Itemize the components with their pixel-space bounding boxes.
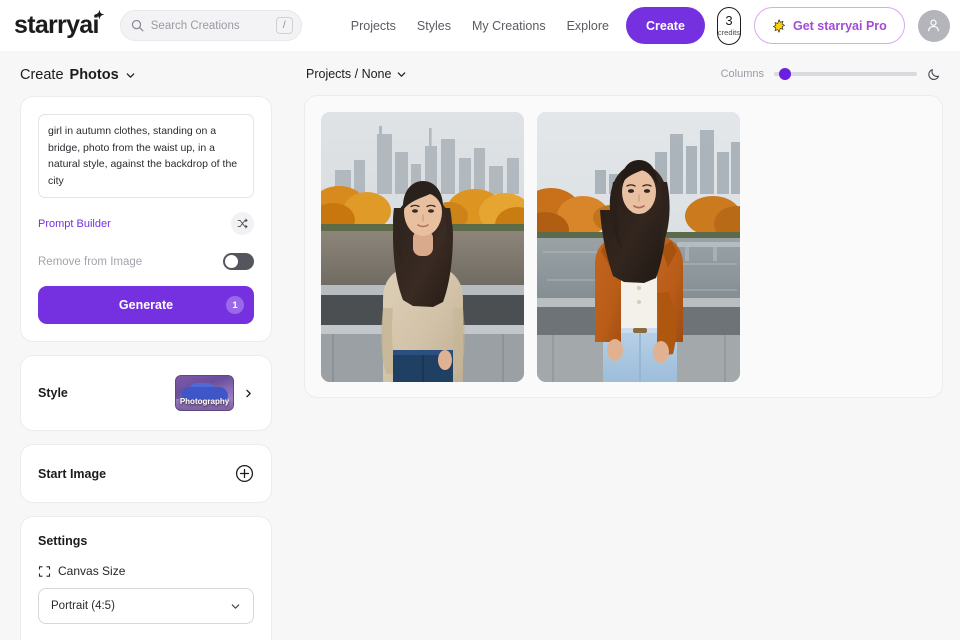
result-image-1[interactable] (321, 112, 524, 382)
results-grid (304, 95, 943, 398)
remove-from-image-toggle[interactable] (223, 253, 254, 271)
credits-label: credits (717, 28, 740, 38)
prompt-builder-link[interactable]: Prompt Builder (38, 218, 111, 230)
credits-amount: 3 (725, 13, 733, 29)
search-input[interactable] (150, 19, 269, 32)
remove-from-image-row: Remove from Image (38, 253, 254, 271)
prompt-card: girl in autumn clothes, standing on a br… (20, 96, 272, 343)
style-label: Style (38, 386, 68, 401)
nav-item-styles[interactable]: Styles (417, 19, 451, 33)
results-main: Projects / None Columns (292, 51, 960, 640)
person-icon (928, 19, 940, 32)
app-logo[interactable]: starryai ✦ (14, 8, 104, 40)
canvas-size-value: Portrait (4:5) (51, 600, 115, 613)
style-value-group: Photography (175, 375, 254, 412)
search-icon (131, 19, 144, 32)
generate-label: Generate (118, 298, 174, 313)
canvas-size-label: Canvas Size (58, 564, 126, 579)
dark-mode-moon-icon[interactable] (927, 67, 941, 81)
columns-label: Columns (720, 68, 764, 80)
style-card[interactable]: Style Photography (20, 355, 272, 432)
create-sidebar: Create Photos girl in autumn clothes, st… (0, 51, 292, 640)
style-thumbnail-label: Photography (179, 397, 230, 407)
settings-card: Settings Canvas Size Portrait (4:5) Runt… (20, 516, 272, 640)
prompt-input[interactable]: girl in autumn clothes, standing on a br… (38, 114, 254, 199)
toggle-knob (225, 255, 238, 269)
get-pro-button[interactable]: Get starryai Pro (754, 7, 905, 44)
create-button[interactable]: Create (625, 7, 705, 44)
chevron-down-icon (398, 71, 406, 77)
star-burst-icon (773, 18, 785, 33)
start-image-label: Start Image (38, 466, 107, 481)
shuffle-icon (237, 218, 248, 229)
canvas-size-select[interactable]: Portrait (4:5) (38, 588, 254, 625)
result-image-2-art (537, 112, 740, 382)
nav-item-explore[interactable]: Explore (567, 19, 609, 33)
remove-from-image-label: Remove from Image (38, 255, 143, 268)
app-body: Create Photos girl in autumn clothes, st… (0, 51, 960, 640)
start-image-card[interactable]: Start Image (20, 444, 272, 504)
create-label: Create (20, 67, 64, 83)
style-thumbnail: Photography (175, 375, 234, 412)
generate-button[interactable]: Generate 1 (38, 286, 254, 325)
create-mode-value: Photos (69, 67, 119, 83)
get-pro-label: Get starryai Pro (793, 18, 887, 33)
result-image-1-art (321, 112, 524, 382)
result-image-2[interactable] (537, 112, 740, 382)
view-controls: Columns (721, 67, 941, 81)
chevron-down-icon (126, 72, 134, 78)
main-nav: Projects Styles My Creations Explore (351, 19, 609, 33)
sparkle-icon: ✦ (94, 8, 104, 22)
settings-title: Settings (38, 534, 88, 549)
canvas-size-label-row: Canvas Size (38, 564, 254, 578)
search-box[interactable]: / (119, 10, 302, 41)
create-mode-selector[interactable]: Create Photos (20, 67, 272, 83)
app-header: starryai ✦ / Projects Styles My Creation… (0, 0, 960, 51)
nav-item-projects[interactable]: Projects (351, 19, 396, 33)
prompt-builder-row: Prompt Builder (38, 212, 254, 236)
logo-text: starryai (14, 11, 99, 39)
results-toolbar: Projects / None Columns (304, 67, 943, 81)
breadcrumb[interactable]: Projects / None (306, 67, 407, 81)
nav-item-my-creations[interactable]: My Creations (472, 19, 546, 33)
columns-slider[interactable] (774, 68, 917, 80)
search-shortcut-badge: / (275, 17, 293, 34)
columns-slider-knob[interactable] (779, 68, 792, 80)
user-avatar[interactable] (917, 9, 950, 42)
chevron-down-icon (231, 604, 240, 609)
credits-badge[interactable]: 3 credits (716, 6, 741, 45)
shuffle-prompt-button[interactable] (231, 212, 254, 236)
generate-count-badge: 1 (226, 296, 244, 315)
plus-circle-icon[interactable] (235, 464, 254, 483)
canvas-size-icon (38, 566, 51, 577)
chevron-right-icon (246, 389, 251, 398)
breadcrumb-label: Projects / None (306, 67, 392, 81)
